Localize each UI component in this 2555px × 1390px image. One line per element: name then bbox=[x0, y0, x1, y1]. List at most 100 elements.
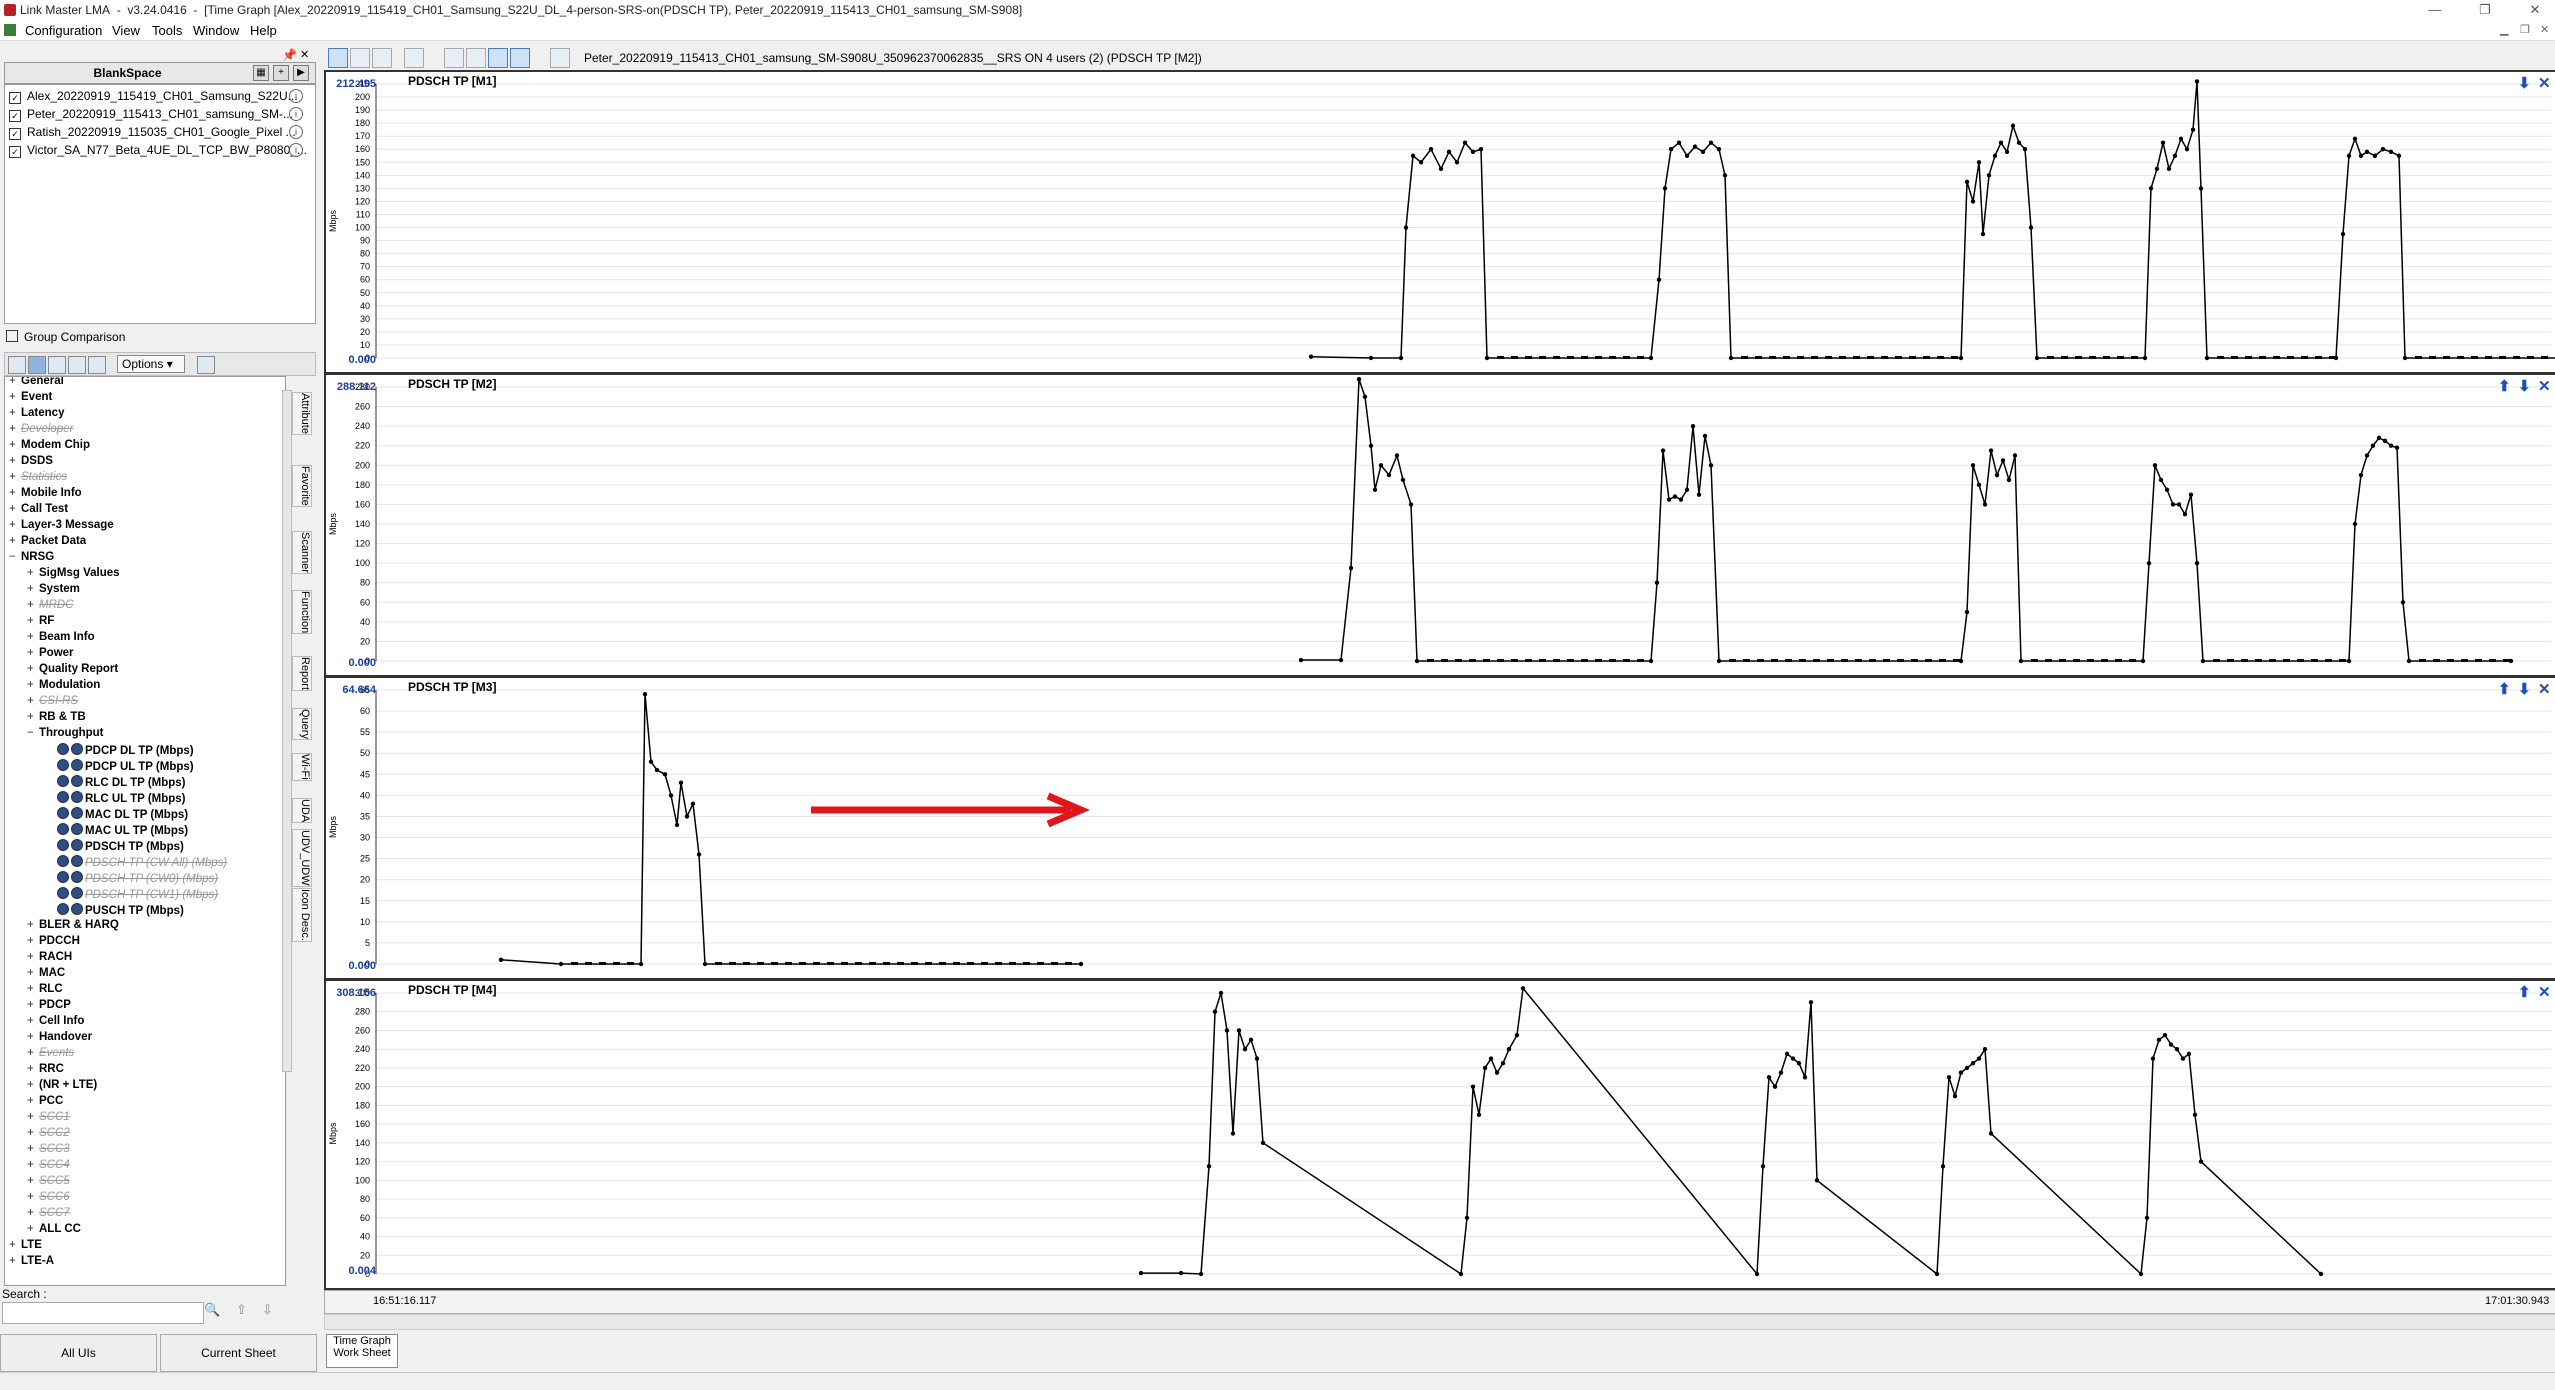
vtab-scanner[interactable]: Scanner bbox=[292, 531, 312, 574]
logfile-item[interactable]: ✓ Victor_SA_N77_Beta_4UE_DL_TCP_BW_P8080_… bbox=[9, 143, 309, 159]
expand-icon[interactable]: + bbox=[27, 647, 39, 659]
tree-item[interactable]: + Quality Report bbox=[27, 663, 118, 679]
expand-icon[interactable]: + bbox=[27, 1159, 39, 1171]
pan-hand-icon[interactable] bbox=[372, 48, 392, 68]
tree-item[interactable]: + Cell Info bbox=[27, 1015, 84, 1031]
expand-icon[interactable]: + bbox=[27, 615, 39, 627]
close-panel-icon[interactable]: ✕ bbox=[2538, 74, 2551, 92]
expand-icon[interactable]: + bbox=[27, 935, 39, 947]
logfile-item[interactable]: ✓ Ratish_20220919_115035_CH01_Google_Pixe… bbox=[9, 125, 309, 141]
logfile-item[interactable]: ✓ Peter_20220919_115413_CH01_samsung_SM-.… bbox=[9, 107, 309, 123]
tree-item[interactable]: + CSI-RS bbox=[27, 695, 78, 711]
menu-view[interactable]: View bbox=[112, 23, 140, 38]
expand-icon[interactable]: + bbox=[27, 967, 39, 979]
vtab-uda[interactable]: UDA bbox=[292, 798, 312, 824]
tree-item[interactable]: PUSCH TP (Mbps) bbox=[45, 903, 184, 919]
move-up-icon[interactable]: ⬆ bbox=[2498, 377, 2511, 395]
tree-item[interactable]: PDCP DL TP (Mbps) bbox=[45, 743, 194, 759]
vtab-favorite[interactable]: Favorite bbox=[292, 465, 312, 507]
horizontal-scrollbar[interactable] bbox=[324, 1314, 2555, 1330]
tree-item[interactable]: + PDCP bbox=[27, 999, 71, 1015]
tree-item[interactable]: + RF bbox=[27, 615, 54, 631]
tree-item[interactable]: + SCC1 bbox=[27, 1111, 70, 1127]
tree-item[interactable]: + SCC5 bbox=[27, 1175, 70, 1191]
tree-item[interactable]: + Event bbox=[9, 391, 52, 407]
chart-panel-m4[interactable]: 0 20 40 60 80 100 120 140 160 180 200 220 240 260 280 3… bbox=[324, 979, 2555, 1290]
expand-icon[interactable]: + bbox=[9, 519, 21, 531]
tree-view-icon[interactable] bbox=[8, 356, 26, 374]
expand-icon[interactable]: + bbox=[9, 455, 21, 467]
collapse-icon[interactable]: − bbox=[27, 727, 39, 739]
move-down-icon[interactable]: ⬇ bbox=[2518, 377, 2531, 395]
tree-item[interactable]: + PCC bbox=[27, 1095, 63, 1111]
tree-item[interactable]: + BLER & HARQ bbox=[27, 919, 119, 935]
logfile-checkbox[interactable]: ✓ bbox=[9, 110, 21, 122]
tree-item[interactable]: − Throughput bbox=[27, 727, 104, 743]
tree-item[interactable]: MAC DL TP (Mbps) bbox=[45, 807, 188, 823]
vtab-icon-desc-[interactable]: Icon Desc. bbox=[292, 888, 312, 942]
group-comparison-checkbox[interactable] bbox=[6, 330, 18, 342]
map-view-icon[interactable] bbox=[48, 356, 66, 374]
logfile-item[interactable]: ✓ Alex_20220919_115419_CH01_Samsung_S22U.… bbox=[9, 89, 309, 105]
grid-view-icon[interactable] bbox=[28, 356, 46, 374]
expand-icon[interactable]: + bbox=[9, 487, 21, 499]
expand-icon[interactable]: + bbox=[27, 631, 39, 643]
close-panel-icon[interactable]: ✕ bbox=[2538, 377, 2551, 395]
close-panel-icon[interactable]: ✕ bbox=[2538, 983, 2551, 1001]
sync-axis-icon[interactable] bbox=[488, 48, 508, 68]
expand-icon[interactable]: + bbox=[27, 999, 39, 1011]
tree-item[interactable]: PDSCH TP (Mbps) bbox=[45, 839, 184, 855]
tab-all-uis[interactable]: All UIs bbox=[0, 1334, 157, 1372]
expand-icon[interactable]: + bbox=[27, 583, 39, 595]
tree-item[interactable]: + SCC7 bbox=[27, 1207, 70, 1223]
tree-item[interactable]: PDSCH TP (CW0) (Mbps) bbox=[45, 871, 218, 887]
tree-item[interactable]: + DSDS bbox=[9, 455, 53, 471]
tree-item[interactable]: + RACH bbox=[27, 951, 72, 967]
move-down-icon[interactable]: ⬇ bbox=[2518, 74, 2531, 92]
tree-item[interactable]: + Call Test bbox=[9, 503, 68, 519]
vtab-wi-fi[interactable]: Wi-Fi bbox=[292, 753, 312, 781]
expand-icon[interactable]: + bbox=[27, 983, 39, 995]
tab-current-sheet[interactable]: Current Sheet bbox=[160, 1334, 317, 1372]
tree-item[interactable]: + SCC3 bbox=[27, 1143, 70, 1159]
move-up-icon[interactable]: ⬆ bbox=[2518, 983, 2531, 1001]
edit-icon[interactable] bbox=[88, 356, 106, 374]
tree-item[interactable]: + Developer bbox=[9, 423, 73, 439]
expand-icon[interactable]: + bbox=[9, 377, 21, 387]
marker-icon[interactable] bbox=[444, 48, 464, 68]
tree-item[interactable]: + RLC bbox=[27, 983, 63, 999]
tab-time-graph-work-sheet[interactable]: Time Graph Work Sheet bbox=[326, 1334, 398, 1368]
graph-settings-icon[interactable] bbox=[550, 48, 570, 68]
zoom-icon[interactable] bbox=[328, 48, 348, 68]
axis-icon[interactable] bbox=[466, 48, 486, 68]
menu-configuration[interactable]: Configuration bbox=[25, 23, 102, 38]
expand-icon[interactable]: + bbox=[9, 407, 21, 419]
expand-icon[interactable]: + bbox=[27, 1031, 39, 1043]
tree-item[interactable]: + SCC4 bbox=[27, 1159, 70, 1175]
expand-icon[interactable]: + bbox=[27, 695, 39, 707]
tree-item[interactable]: PDSCH TP (CW1) (Mbps) bbox=[45, 887, 218, 903]
expand-icon[interactable]: + bbox=[27, 1095, 39, 1107]
expand-icon[interactable]: + bbox=[9, 471, 21, 483]
tree-item[interactable]: + MRDC bbox=[27, 599, 74, 615]
tree-item[interactable]: + General bbox=[9, 377, 64, 391]
search-icon[interactable]: 🔍 bbox=[204, 1302, 222, 1320]
expand-icon[interactable]: + bbox=[9, 423, 21, 435]
expand-icon[interactable]: + bbox=[27, 1063, 39, 1075]
tree-item[interactable]: + Modem Chip bbox=[9, 439, 90, 455]
tree-item[interactable]: + ALL CC bbox=[27, 1223, 81, 1239]
expand-icon[interactable]: + bbox=[27, 679, 39, 691]
tree-item[interactable]: RLC UL TP (Mbps) bbox=[45, 791, 186, 807]
vtab-udv-udw[interactable]: UDV_UDW bbox=[292, 829, 312, 887]
workspace-next-icon[interactable]: ▶ bbox=[293, 65, 309, 81]
expand-icon[interactable]: + bbox=[27, 1015, 39, 1027]
menu-help[interactable]: Help bbox=[250, 23, 277, 38]
group-comparison-option[interactable]: Group Comparison bbox=[6, 330, 125, 344]
expand-icon[interactable]: + bbox=[9, 439, 21, 451]
expand-icon[interactable]: + bbox=[27, 951, 39, 963]
tree-item[interactable]: + Latency bbox=[9, 407, 64, 423]
info-icon[interactable]: i bbox=[289, 125, 303, 139]
tree-item[interactable]: + Events bbox=[27, 1047, 74, 1063]
tree-item[interactable]: + Mobile Info bbox=[9, 487, 82, 503]
expand-icon[interactable]: + bbox=[27, 919, 39, 931]
